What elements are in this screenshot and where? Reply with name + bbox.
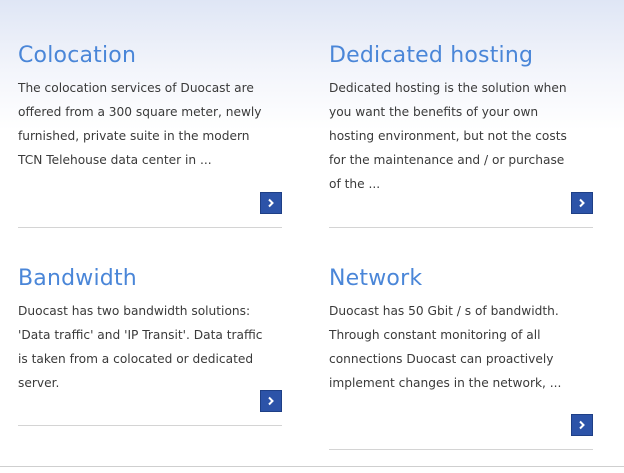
read-more-button[interactable] xyxy=(571,192,593,214)
arrow-right-icon xyxy=(579,420,585,430)
service-title[interactable]: Bandwidth xyxy=(18,265,282,293)
divider xyxy=(329,449,593,450)
read-more-button[interactable] xyxy=(260,390,282,412)
divider xyxy=(18,425,282,426)
service-title[interactable]: Network xyxy=(329,265,593,293)
footer-divider xyxy=(0,466,624,467)
divider xyxy=(329,227,593,228)
arrow-right-icon xyxy=(579,198,585,208)
service-description: The colocation services of Duocast are o… xyxy=(18,81,262,167)
divider xyxy=(18,227,282,228)
service-card-dedicated-hosting: Dedicated hosting Dedicated hosting is t… xyxy=(329,42,593,228)
read-more-button[interactable] xyxy=(571,414,593,436)
read-more-button[interactable] xyxy=(260,192,282,214)
service-title[interactable]: Colocation xyxy=(18,42,282,70)
service-description: Duocast has 50 Gbit / s of bandwidth. Th… xyxy=(329,304,562,390)
services-grid: Colocation The colocation services of Du… xyxy=(0,0,624,473)
service-card-network: Network Duocast has 50 Gbit / s of bandw… xyxy=(329,265,593,451)
service-card-bandwidth: Bandwidth Duocast has two bandwidth solu… xyxy=(18,265,282,427)
service-card-colocation: Colocation The colocation services of Du… xyxy=(18,42,282,228)
service-title[interactable]: Dedicated hosting xyxy=(329,42,593,70)
arrow-right-icon xyxy=(268,396,274,406)
service-description: Dedicated hosting is the solution when y… xyxy=(329,81,567,191)
service-description: Duocast has two bandwidth solutions: 'Da… xyxy=(18,304,263,390)
arrow-right-icon xyxy=(268,198,274,208)
